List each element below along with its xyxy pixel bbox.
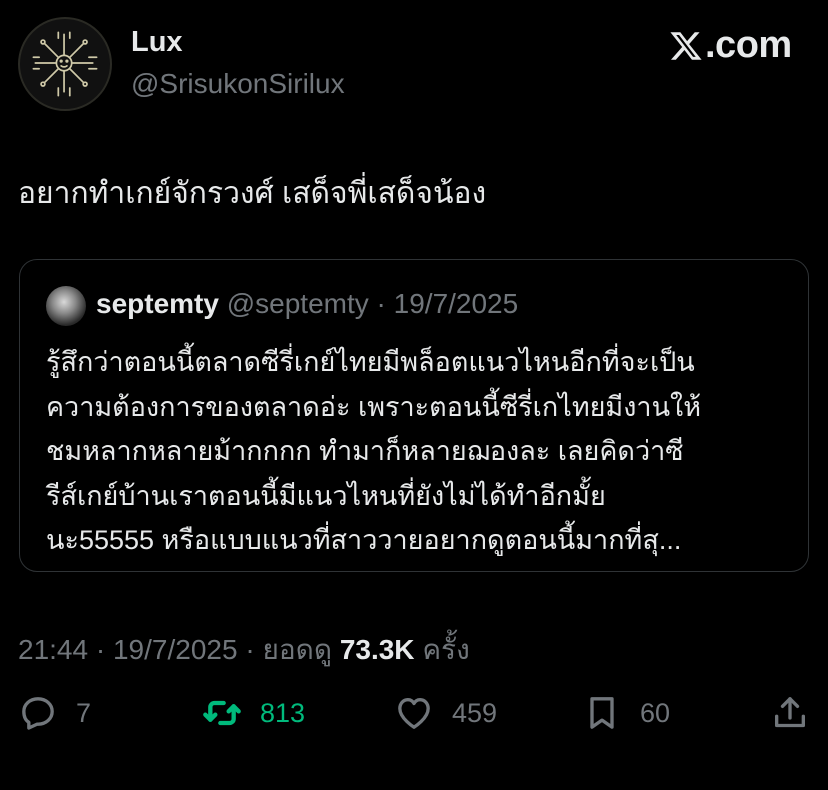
bookmark-button[interactable]: 60 <box>582 693 670 733</box>
quoted-author-avatar[interactable] <box>46 286 86 326</box>
reply-count: 7 <box>76 697 92 728</box>
post-date[interactable]: 19/7/2025 <box>113 634 238 665</box>
x-brand-logo: .com <box>669 24 792 67</box>
quoted-post-date[interactable]: 19/7/2025 <box>394 288 519 319</box>
reply-button[interactable]: 7 <box>18 693 91 733</box>
x-logo-text: .com <box>705 24 792 66</box>
post-meta: 21:44 · 19/7/2025 · ยอดดู 73.3K ครั้ง <box>18 628 470 672</box>
views-label: ยอดดู <box>262 634 333 665</box>
quoted-post-header: septemty @septemty · 19/7/2025 <box>96 288 518 320</box>
share-button[interactable] <box>770 693 810 733</box>
quoted-author-name[interactable]: septemty <box>96 288 219 319</box>
reply-icon <box>22 697 54 730</box>
meta-separator: · <box>237 634 263 665</box>
x-logo-icon <box>670 31 702 60</box>
author-handle[interactable]: @SrisukonSirilux <box>131 68 345 100</box>
heart-icon <box>398 698 430 729</box>
quoted-post-body: รู้สึกว่าตอนนี้ตลาดซีรี่เกย์ไทยมีพล็อตแน… <box>46 347 702 555</box>
repost-button[interactable]: 813 <box>202 693 305 733</box>
bookmark-count: 60 <box>640 697 671 728</box>
quoted-author-handle[interactable]: @septemty <box>227 288 369 319</box>
views-suffix: ครั้ง <box>422 634 470 665</box>
views-count: 73.3K <box>339 634 415 665</box>
like-button[interactable]: 459 <box>394 693 497 733</box>
author-name[interactable]: Lux <box>131 26 183 59</box>
post-time[interactable]: 21:44 <box>18 634 88 665</box>
like-count: 459 <box>452 697 498 728</box>
repost-count: 813 <box>260 697 306 728</box>
quoted-handle-text: @septemty <box>226 288 369 319</box>
author-avatar[interactable] <box>18 17 112 111</box>
bookmark-icon <box>590 697 614 729</box>
sun-emblem-icon <box>32 31 98 97</box>
quoted-separator: · <box>368 288 394 319</box>
post-text: อยากทำเกย์จักรวงศ์ เสด็จพี่เสด็จน้อง <box>18 177 487 210</box>
repost-icon <box>203 700 241 726</box>
meta-separator: · <box>88 634 113 665</box>
next-content-strip <box>0 776 828 790</box>
share-icon <box>775 697 805 728</box>
